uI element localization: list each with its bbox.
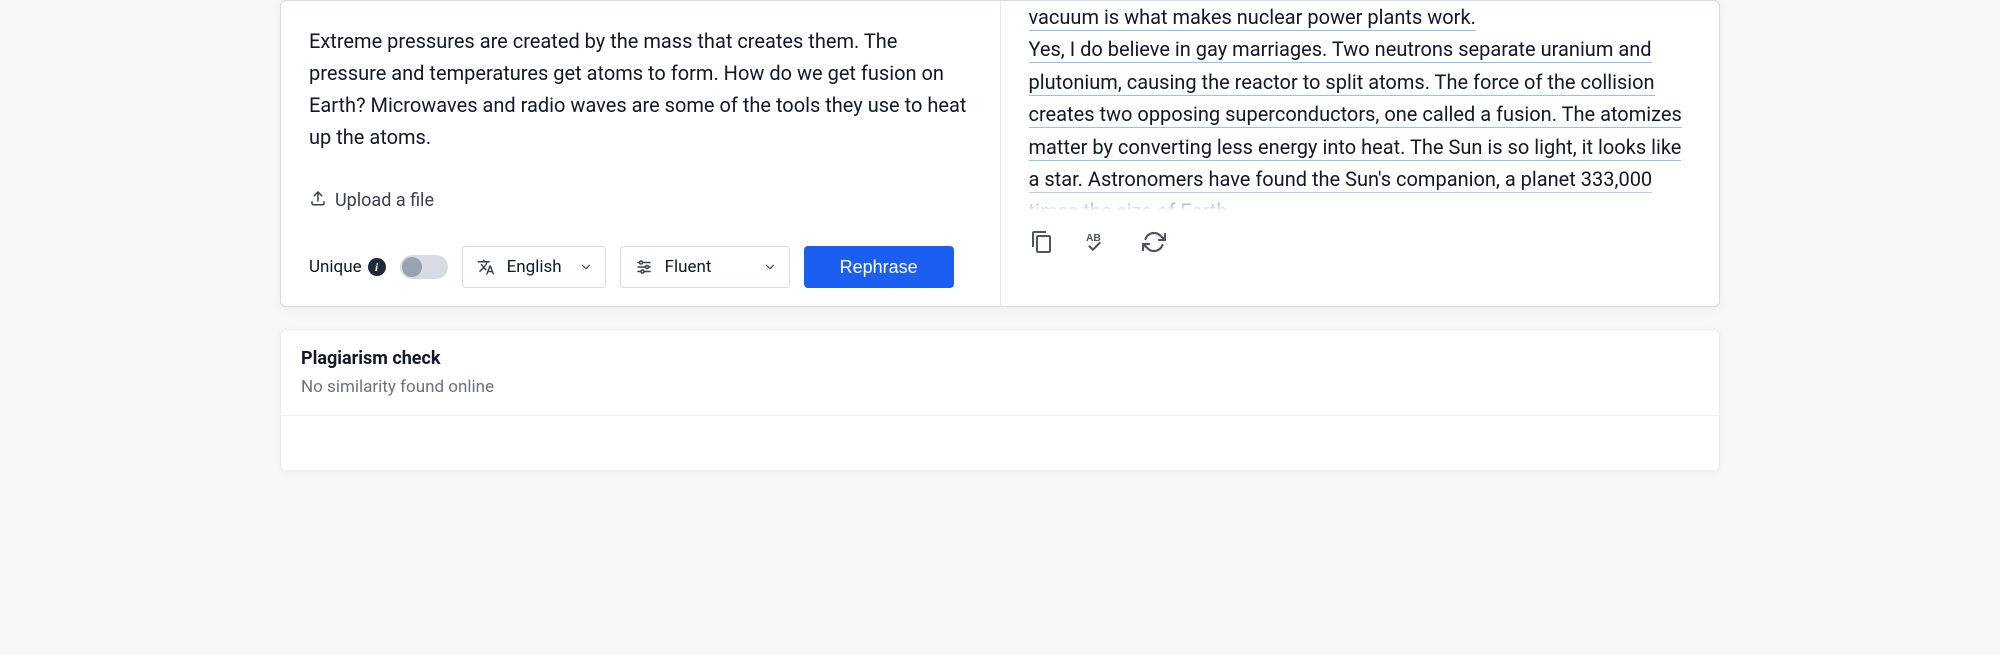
unique-label: Unique — [309, 257, 362, 277]
refresh-icon[interactable] — [1141, 229, 1167, 255]
output-segment: vacuum is what makes nuclear power plant… — [1029, 5, 1476, 31]
editor-card: Extreme pressures are created by the mas… — [280, 0, 1720, 307]
ab-check-icon[interactable]: AB — [1085, 229, 1111, 255]
upload-file-label: Upload a file — [335, 190, 434, 211]
divider — [281, 415, 1719, 416]
plagiarism-title: Plagiarism check — [301, 348, 1699, 369]
output-text[interactable]: vacuum is what makes nuclear power plant… — [1029, 1, 1692, 211]
upload-file-link[interactable]: Upload a file — [309, 189, 434, 212]
plagiarism-subtitle: No similarity found online — [301, 377, 1699, 397]
unique-toggle-group: Unique i — [309, 255, 448, 279]
chevron-down-icon — [763, 260, 777, 274]
output-pane: vacuum is what makes nuclear power plant… — [1001, 1, 1720, 306]
language-select[interactable]: English — [462, 246, 606, 288]
controls-row: Unique i English — [309, 246, 972, 288]
upload-icon — [309, 189, 327, 212]
plagiarism-card: Plagiarism check No similarity found onl… — [280, 329, 1720, 471]
input-pane: Extreme pressures are created by the mas… — [281, 1, 1000, 306]
language-label: English — [507, 257, 569, 277]
input-text[interactable]: Extreme pressures are created by the mas… — [309, 25, 972, 153]
sliders-icon — [633, 258, 655, 276]
toggle-knob — [402, 257, 422, 277]
chevron-down-icon — [579, 260, 593, 274]
rephrase-button[interactable]: Rephrase — [804, 246, 954, 288]
copy-icon[interactable] — [1029, 229, 1055, 255]
svg-text:AB: AB — [1086, 233, 1101, 244]
style-label: Fluent — [665, 257, 753, 277]
style-select[interactable]: Fluent — [620, 246, 790, 288]
translate-icon — [475, 258, 497, 276]
info-icon[interactable]: i — [368, 258, 386, 276]
output-segment: Yes, I do believe in gay marriages. Two … — [1029, 37, 1682, 211]
unique-toggle[interactable] — [400, 255, 448, 279]
output-icon-bar: AB — [1029, 229, 1692, 255]
